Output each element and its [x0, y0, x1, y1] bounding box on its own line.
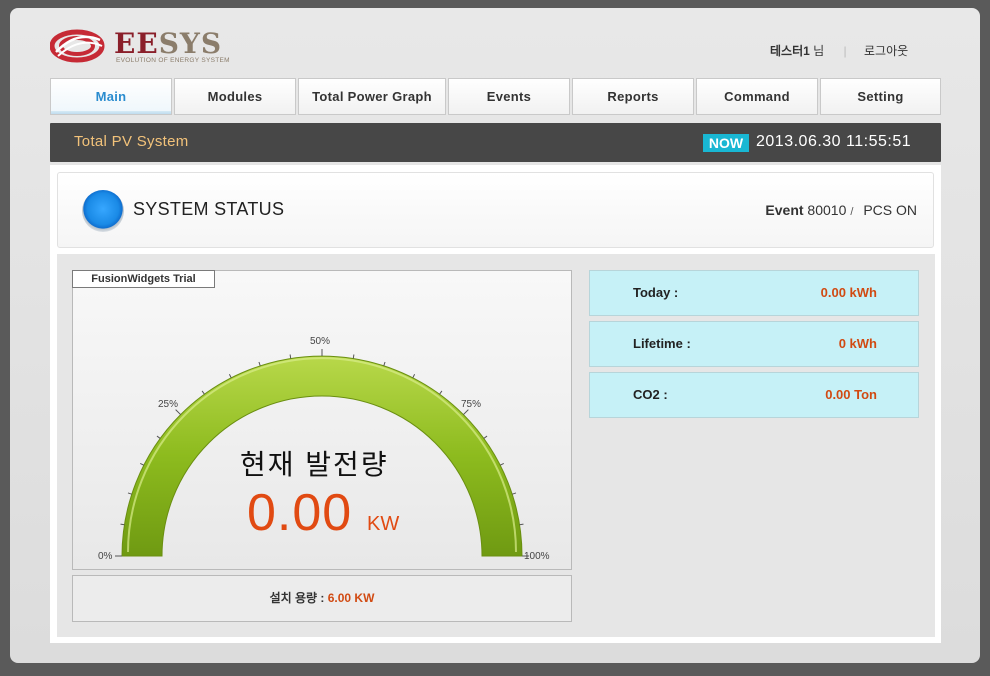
page-title: Total PV System [74, 133, 189, 150]
system-status-title: SYSTEM STATUS [133, 199, 285, 219]
gauge-tick [120, 523, 125, 526]
status-indicator-icon [82, 190, 124, 232]
installed-capacity: 설치 용량 : 6.00 KW [72, 575, 572, 622]
tab-setting[interactable]: Setting [820, 78, 941, 115]
capacity-value: 6.00 KW [327, 591, 375, 605]
gauge-tick [412, 374, 416, 379]
page-header-bar: Total PV System NOW 2013.06.30 11:55:51 [50, 123, 941, 162]
stat-today: Today : 0.00 kWh [589, 270, 919, 316]
fusionwidgets-trial-label: FusionWidgets Trial [72, 270, 215, 288]
capacity-label: 설치 용량 : [269, 591, 325, 605]
tick-label-0: 0% [98, 551, 113, 562]
gauge-unit: KW [367, 513, 400, 535]
user-separator: | [843, 44, 847, 58]
tick-label-100: 100% [524, 551, 550, 562]
tick-label-50: 50% [310, 336, 330, 347]
gauge-tick [201, 390, 205, 395]
gauge-tick [512, 492, 517, 495]
gauge-tick [140, 462, 145, 466]
stat-co2: CO2 : 0.00 Ton [589, 372, 919, 418]
brand-tagline: EVOLUTION OF ENERGY SYSTEM [116, 57, 230, 64]
event-status: Event 80010/ PCS ON [765, 202, 917, 218]
logout-link[interactable]: 로그아웃 [864, 44, 908, 58]
stat-lifetime-value: 0 kWh [838, 336, 877, 351]
gauge-title: 현재 발전량 [240, 449, 389, 480]
swirl-logo-icon [50, 29, 105, 63]
user-area: 테스터1 님 | 로그아웃 [770, 42, 908, 59]
gauge-tick [483, 435, 488, 439]
stat-lifetime-label: Lifetime : [633, 336, 691, 351]
current-datetime: 2013.06.30 11:55:51 [756, 133, 912, 150]
gauge-tick [519, 523, 524, 526]
stat-co2-value: 0.00 Ton [825, 387, 877, 402]
now-badge: NOW [703, 134, 749, 152]
tab-events[interactable]: Events [448, 78, 570, 115]
stat-co2-label: CO2 : [633, 387, 668, 402]
user-suffix: 님 [813, 44, 825, 58]
tick-label-75: 75% [461, 399, 481, 410]
stat-lifetime: Lifetime : 0 kWh [589, 321, 919, 367]
gauge-tick [156, 435, 161, 439]
brand-name: EESYS [114, 27, 223, 60]
tab-total-power-graph[interactable]: Total Power Graph [298, 78, 446, 115]
tab-main[interactable]: Main [50, 78, 172, 115]
event-label: Event [765, 202, 804, 218]
event-code: 80010 [807, 202, 847, 218]
gauge-value: 0.00 [247, 484, 353, 542]
tab-command[interactable]: Command [696, 78, 818, 115]
user-name: 테스터1 [770, 44, 810, 58]
gauge-tick [228, 374, 232, 379]
gauge-tick [258, 361, 261, 366]
gauge-tick [352, 354, 355, 359]
gauge-tick [463, 409, 469, 415]
gauge-tick [289, 354, 292, 359]
gauge-tick [499, 462, 504, 466]
gauge-tick [175, 409, 181, 415]
gauge-tick [383, 361, 386, 366]
gauge-tick [439, 390, 443, 395]
eesys-logo[interactable]: EESYS EVOLUTION OF ENERGY SYSTEM [50, 24, 270, 68]
tick-label-25: 25% [158, 399, 178, 410]
stat-today-label: Today : [633, 285, 679, 300]
gauge-tick [127, 492, 132, 495]
event-slash: / [850, 206, 854, 218]
pcs-status: PCS ON [863, 202, 917, 218]
tab-modules[interactable]: Modules [174, 78, 296, 115]
tab-reports[interactable]: Reports [572, 78, 694, 115]
stat-today-value: 0.00 kWh [820, 285, 877, 300]
